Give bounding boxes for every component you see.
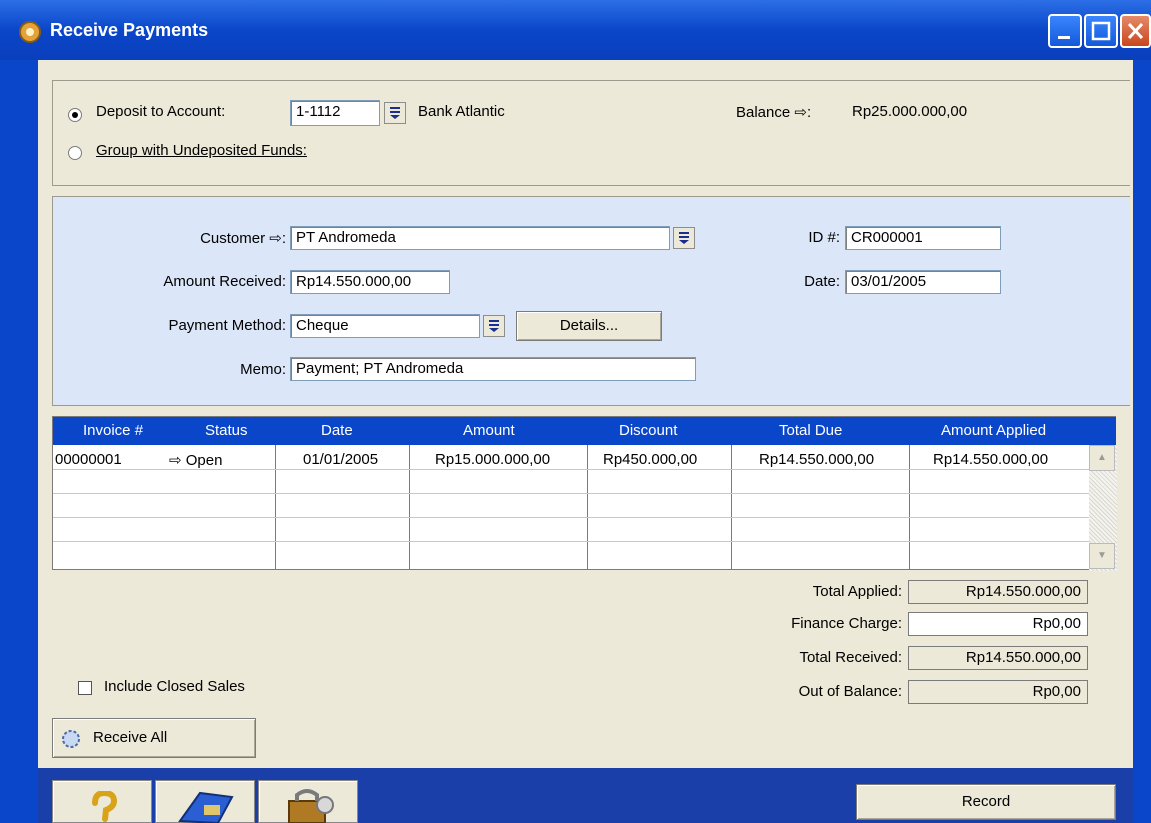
date-label: Date: xyxy=(804,273,840,290)
id-field[interactable]: CR000001 xyxy=(845,226,1001,250)
receive-all-icon xyxy=(62,730,80,748)
row-discount: Rp450.000,00 xyxy=(603,451,698,468)
journal-button[interactable] xyxy=(155,780,255,823)
col-amount-applied: Amount Applied xyxy=(941,422,1047,439)
window-frame-left xyxy=(0,60,38,823)
include-closed-checkbox[interactable] xyxy=(78,681,92,695)
payment-method-field[interactable]: Cheque xyxy=(290,314,480,338)
row-amount-applied: Rp14.550.000,00 xyxy=(933,451,1049,468)
details-label: Details... xyxy=(559,317,619,334)
group-undeposited-label: Group with Undeposited Funds: xyxy=(96,142,307,159)
scroll-down-button[interactable]: ▼ xyxy=(1089,543,1115,569)
row-divider xyxy=(53,541,1089,542)
scroll-up-icon: ▲ xyxy=(1097,452,1107,463)
total-received-value: Rp14.550.000,00 xyxy=(908,646,1088,670)
dropdown-icon xyxy=(489,320,499,332)
scroll-down-icon: ▼ xyxy=(1097,550,1107,561)
scroll-up-button[interactable]: ▲ xyxy=(1089,445,1115,471)
maximize-button[interactable] xyxy=(1084,14,1118,48)
minimize-icon xyxy=(1058,36,1070,39)
invoice-table: Invoice # Status Date Amount Discount To… xyxy=(52,416,1117,571)
finance-charge-field[interactable]: Rp0,00 xyxy=(908,612,1088,636)
table-header: Invoice # Status Date Amount Discount To… xyxy=(53,417,1116,445)
row-total-due: Rp14.550.000,00 xyxy=(759,451,875,468)
journal-icon xyxy=(178,791,234,823)
details-button[interactable]: Details... xyxy=(516,311,662,341)
total-applied-value: Rp14.550.000,00 xyxy=(908,580,1088,604)
window-title: Receive Payments xyxy=(50,20,209,40)
id-label: ID #: xyxy=(808,229,840,246)
row-divider xyxy=(53,517,1089,518)
row-status: ⇨ Open xyxy=(169,452,223,469)
payment-method-dropdown-button[interactable] xyxy=(483,315,505,337)
lock-icon xyxy=(288,789,334,823)
close-button[interactable] xyxy=(1120,14,1151,48)
receive-all-label: Receive All xyxy=(93,729,168,746)
window-frame-right xyxy=(1133,60,1151,823)
account-number-field[interactable]: 1-1112 xyxy=(290,100,380,126)
dropdown-icon xyxy=(679,232,689,244)
customer-dropdown-button[interactable] xyxy=(673,227,695,249)
balance-value: Rp25.000.000,00 xyxy=(852,103,968,120)
col-discount: Discount xyxy=(619,422,678,439)
amount-received-field[interactable]: Rp14.550.000,00 xyxy=(290,270,450,294)
memo-label: Memo: xyxy=(240,361,286,378)
col-date: Date xyxy=(321,422,353,439)
memo-field[interactable]: Payment; PT Andromeda xyxy=(290,357,696,381)
include-closed-label: Include Closed Sales xyxy=(104,678,245,695)
out-of-balance-label: Out of Balance: xyxy=(798,683,902,700)
help-button[interactable] xyxy=(52,780,152,823)
total-received-label: Total Received: xyxy=(799,649,902,666)
date-field[interactable]: 03/01/2005 xyxy=(845,270,1001,294)
app-icon xyxy=(18,20,42,44)
row-date: 01/01/2005 xyxy=(303,451,379,468)
col-status: Status xyxy=(205,422,248,439)
row-divider xyxy=(53,493,1089,494)
deposit-radio[interactable] xyxy=(68,108,82,122)
deposit-section xyxy=(52,80,1130,186)
dropdown-icon xyxy=(390,107,400,119)
record-label: Record xyxy=(961,793,1011,810)
receive-all-button[interactable]: Receive All xyxy=(52,718,256,758)
total-applied-label: Total Applied: xyxy=(812,583,902,600)
payment-method-label: Payment Method: xyxy=(168,317,286,334)
customer-label: Customer ⇨: xyxy=(200,230,286,247)
minimize-button[interactable] xyxy=(1048,14,1082,48)
col-invoice: Invoice # xyxy=(83,422,144,439)
account-name: Bank Atlantic xyxy=(418,103,505,120)
out-of-balance-value: Rp0,00 xyxy=(908,680,1088,704)
group-undeposited-radio[interactable] xyxy=(68,146,82,160)
finance-charge-label: Finance Charge: xyxy=(791,615,902,632)
col-amount: Amount xyxy=(463,422,515,439)
lock-button[interactable] xyxy=(258,780,358,823)
balance-label: Balance ⇨: xyxy=(736,104,812,121)
table-scrollbar[interactable]: ▲ ▼ xyxy=(1089,445,1117,571)
customer-field[interactable]: PT Andromeda xyxy=(290,226,670,250)
row-amount: Rp15.000.000,00 xyxy=(435,451,551,468)
account-dropdown-button[interactable] xyxy=(384,102,406,124)
amount-received-label: Amount Received: xyxy=(163,273,286,290)
col-total-due: Total Due xyxy=(779,422,843,439)
help-icon xyxy=(92,791,118,822)
record-button[interactable]: Record xyxy=(856,784,1116,820)
close-icon xyxy=(1127,22,1144,40)
row-invoice: 00000001 xyxy=(55,451,122,468)
maximize-icon xyxy=(1091,21,1111,41)
deposit-label: Deposit to Account: xyxy=(96,103,226,120)
